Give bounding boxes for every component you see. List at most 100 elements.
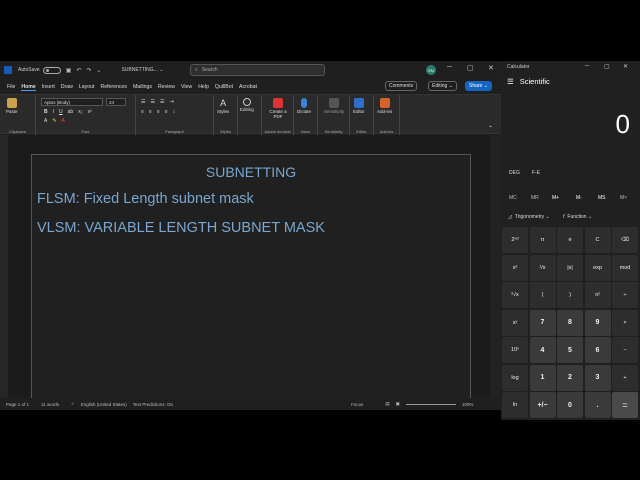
document-line-flsm[interactable]: FLSM: Fixed Length subnet mask — [37, 191, 254, 207]
function-dropdown[interactable]: f Function ⌄ — [563, 214, 592, 220]
tab-insert[interactable]: Insert — [42, 84, 55, 90]
key-exp[interactable]: exp — [584, 254, 611, 281]
key-0[interactable]: 0 — [557, 392, 583, 418]
key-square[interactable]: x² — [502, 254, 528, 281]
key-abs[interactable]: |x| — [557, 254, 583, 281]
key-reciprocal[interactable]: ¹/x — [529, 254, 556, 281]
numbering-icon[interactable]: ☰ — [150, 99, 154, 105]
calc-minimize-icon[interactable]: ─ — [585, 63, 589, 69]
memory-recall-button[interactable]: MR — [531, 195, 539, 201]
key-ln[interactable]: ln — [502, 392, 528, 418]
key-decimal[interactable]: . — [584, 392, 611, 418]
focus-button[interactable]: Focus — [351, 402, 363, 407]
align-center-icon[interactable]: ≡ — [149, 109, 152, 115]
indent-icon[interactable]: ⇥ — [169, 99, 173, 105]
vertical-scrollbar[interactable] — [490, 135, 501, 397]
tab-references[interactable]: References — [100, 84, 127, 90]
calc-close-icon[interactable]: ✕ — [623, 63, 628, 70]
tab-quillbot[interactable]: QuillBot — [215, 84, 233, 90]
search-input[interactable]: ⌕ Search — [190, 64, 325, 76]
key-clear[interactable]: C — [584, 227, 611, 253]
key-pi[interactable]: π — [529, 227, 556, 253]
paste-button[interactable]: Paste — [6, 98, 18, 114]
key-sqrt[interactable]: ²√x — [502, 282, 528, 308]
key-power[interactable]: xʸ — [502, 309, 528, 336]
save-icon[interactable]: ▣ — [66, 67, 72, 74]
align-left-icon[interactable]: ≡ — [141, 109, 144, 115]
italic-icon[interactable]: I — [53, 109, 54, 115]
document-page[interactable]: SUBNETTING FLSM: Fixed Length subnet mas… — [31, 154, 471, 400]
tab-review[interactable]: Review — [158, 84, 175, 90]
sensitivity-button[interactable]: Sensitivity — [321, 98, 347, 114]
memory-store-button[interactable]: MS — [598, 195, 606, 201]
key-5[interactable]: 5 — [557, 337, 583, 363]
minimize-icon[interactable]: ─ — [447, 64, 452, 71]
key-2nd[interactable]: 2ⁿᵈ — [502, 227, 528, 253]
tab-file[interactable]: File — [7, 84, 15, 90]
justify-icon[interactable]: ≡ — [165, 109, 168, 115]
subscript-icon[interactable]: x₂ — [78, 109, 82, 115]
text-effects-icon[interactable]: A — [44, 118, 47, 124]
customize-icon[interactable]: ⌄ — [96, 67, 101, 74]
tab-layout[interactable]: Layout — [79, 84, 95, 90]
addins-button[interactable]: Add-ins — [377, 98, 392, 114]
key-2[interactable]: 2 — [557, 364, 583, 391]
collapse-ribbon-icon[interactable]: ⌃ — [488, 125, 493, 132]
tab-help[interactable]: Help — [198, 84, 209, 90]
tab-home[interactable]: Home — [21, 84, 36, 91]
tab-view[interactable]: View — [181, 84, 192, 90]
text-predictions-status[interactable]: Text Predictions: On — [133, 402, 173, 407]
page-count[interactable]: Page 1 of 1 — [6, 402, 29, 407]
avatar[interactable]: EN — [426, 65, 436, 75]
dictate-button[interactable]: Dictate — [297, 98, 311, 114]
align-right-icon[interactable]: ≡ — [157, 109, 160, 115]
key-8[interactable]: 8 — [557, 309, 583, 336]
angle-unit-button[interactable]: DEG — [509, 170, 520, 176]
key-close-paren[interactable]: ) — [557, 282, 583, 308]
comments-button[interactable]: Comments — [385, 81, 418, 91]
memory-subtract-button[interactable]: M- — [576, 195, 582, 201]
key-mod[interactable]: mod — [612, 254, 638, 281]
key-7[interactable]: 7 — [529, 309, 556, 336]
redo-icon[interactable]: ↷ — [86, 67, 91, 74]
maximize-icon[interactable]: ▢ — [467, 64, 474, 72]
trigonometry-dropdown[interactable]: ◿ Trigonometry ⌄ — [508, 214, 550, 220]
close-icon[interactable]: ✕ — [488, 64, 494, 72]
superscript-icon[interactable]: x² — [88, 109, 92, 115]
key-9[interactable]: 9 — [584, 309, 611, 336]
editor-button[interactable]: Editor — [353, 98, 365, 114]
font-size-select[interactable]: 24 — [106, 98, 126, 106]
word-count[interactable]: 11 words — [41, 402, 59, 407]
zoom-level[interactable]: 100% — [462, 402, 474, 407]
highlight-icon[interactable]: ✎ — [52, 118, 56, 124]
font-color-icon[interactable]: A — [62, 118, 65, 124]
key-negate[interactable]: +/− — [529, 392, 556, 418]
editing-mode-button[interactable]: Editing ⌄ — [428, 81, 457, 91]
document-line-vlsm[interactable]: VLSM: VARIABLE LENGTH SUBNET MASK — [37, 220, 325, 236]
tab-mailings[interactable]: Mailings — [133, 84, 152, 90]
key-log[interactable]: log — [502, 364, 528, 391]
memory-clear-button[interactable]: MC — [509, 195, 517, 201]
bullets-icon[interactable]: ☰ — [141, 99, 145, 105]
key-3[interactable]: 3 — [584, 364, 611, 391]
line-spacing-icon[interactable]: ↕ — [173, 109, 176, 115]
key-add[interactable]: + — [612, 364, 638, 391]
autosave-toggle[interactable] — [42, 66, 61, 74]
bold-icon[interactable]: B — [44, 109, 48, 115]
zoom-slider[interactable] — [405, 403, 456, 405]
font-name-select[interactable]: Aptos (Body) — [41, 98, 103, 106]
tab-acrobat[interactable]: Acrobat — [239, 84, 257, 90]
editing-button[interactable]: Editing — [240, 98, 254, 112]
proofing-icon[interactable]: ✓ — [71, 401, 75, 407]
key-ten-power[interactable]: 10ˣ — [502, 337, 528, 363]
strikethrough-icon[interactable]: ab — [68, 109, 74, 115]
key-multiply[interactable]: × — [612, 309, 638, 336]
language-status[interactable]: English (United States) — [81, 402, 127, 407]
key-equals[interactable]: = — [612, 392, 638, 418]
key-backspace[interactable]: ⌫ — [612, 227, 638, 253]
styles-button[interactable]: A Styles — [217, 98, 229, 114]
key-4[interactable]: 4 — [529, 337, 556, 363]
calc-maximize-icon[interactable]: ▢ — [604, 63, 610, 70]
key-factorial[interactable]: n! — [584, 282, 611, 308]
multilevel-icon[interactable]: ☰ — [160, 99, 164, 105]
